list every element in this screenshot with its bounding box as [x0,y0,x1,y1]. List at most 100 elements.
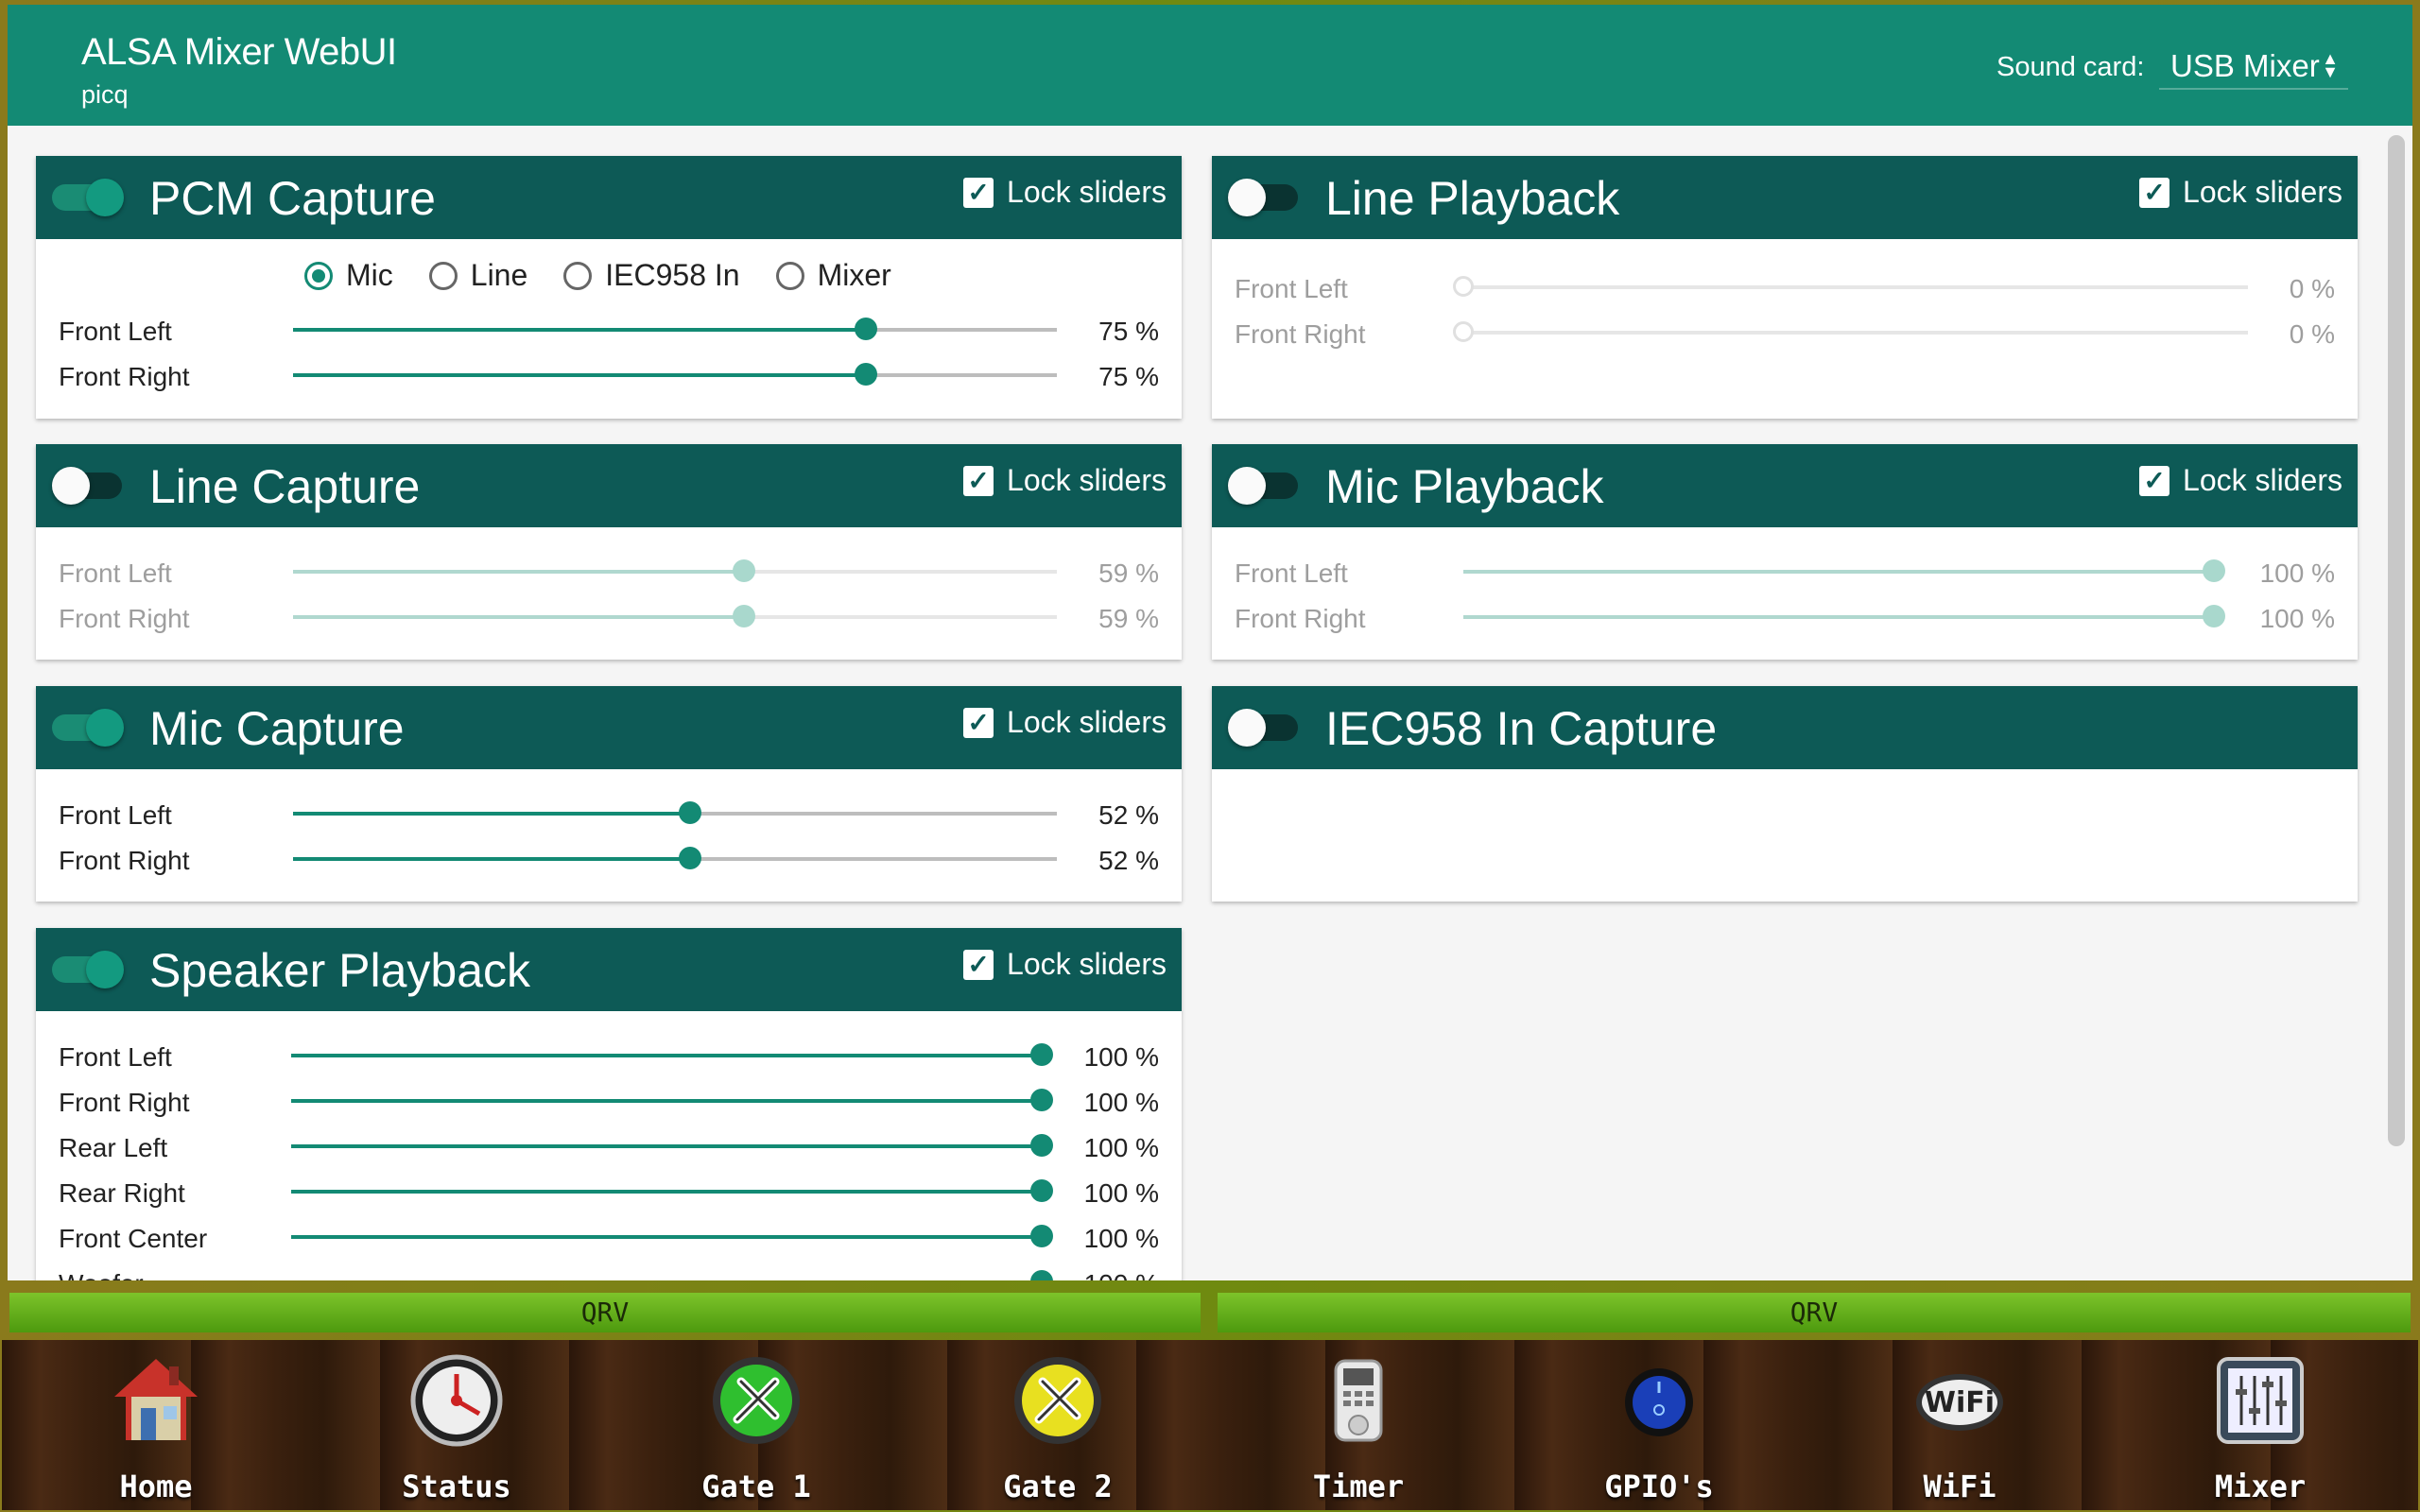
volume-slider[interactable] [1453,321,2248,342]
radio-empty-icon [775,261,804,290]
channel-value: 59 % [1098,558,1159,588]
volume-slider[interactable] [291,1089,1053,1111]
toggle-knob [1228,709,1266,747]
channel-label: Front Left [59,558,172,588]
radio-mixer[interactable]: Mixer [775,258,891,293]
channel-value: 75 % [1098,317,1159,346]
dock-mixer[interactable]: Mixer [2170,1340,2350,1510]
lock-sliders-label: Lock sliders [2183,175,2342,209]
slider-thumb[interactable] [679,847,702,869]
checkmark-icon: ✓ [2139,177,2170,208]
webview: ALSA Mixer WebUI picq Sound card: USB Mi… [8,5,2412,1280]
enable-toggle[interactable] [1228,467,1298,505]
volume-slider[interactable] [291,1134,1053,1157]
slider-thumb[interactable] [679,801,702,824]
lock-sliders-label: Lock sliders [1007,463,1167,497]
channel-row: Woofer 100 % [36,1260,1182,1280]
channel-label: Rear Right [59,1178,185,1208]
channel-label: Front Right [59,1088,190,1117]
slider-fill [1463,570,2214,574]
channel-row: Rear Left 100 % [36,1124,1182,1169]
volume-slider[interactable] [1463,605,2225,627]
radio-iec958-in[interactable]: IEC958 In [563,258,740,293]
radio-line[interactable]: Line [428,258,527,293]
slider-thumb[interactable] [1030,1134,1053,1157]
channel-value: 52 % [1098,800,1159,830]
volume-slider[interactable] [291,1179,1053,1202]
slider-thumb[interactable] [1030,1270,1053,1280]
enable-toggle[interactable] [52,179,124,216]
slider-fill [1463,615,2214,619]
lock-sliders-checkbox[interactable]: ✓ Lock sliders [963,705,1167,740]
slider-thumb[interactable] [1030,1179,1053,1202]
card-speaker-playback: Speaker Playback ✓ Lock sliders Front Le… [36,928,1182,1280]
volume-slider[interactable] [293,847,1057,869]
dock-wifi[interactable]: WiFi WiFi [1870,1340,2049,1510]
scrollbar[interactable] [2388,135,2405,1146]
dock-gpios[interactable]: GPIO's [1569,1340,1749,1510]
slider-thumb[interactable] [1453,321,1474,342]
card-title: Line Playback [1325,172,1620,225]
slider-thumb[interactable] [732,559,755,582]
slider-thumb[interactable] [1453,276,1474,297]
slider-thumb[interactable] [2203,605,2225,627]
channel-value: 0 % [2289,319,2335,349]
dock-label: Status [402,1469,511,1504]
sound-card-select[interactable]: USB Mixer ▲ ▼ [2159,41,2348,90]
card-title: Mic Playback [1325,460,1604,513]
lock-sliders-checkbox[interactable]: ✓ Lock sliders [2139,175,2342,210]
slider-thumb[interactable] [855,363,877,386]
enable-toggle[interactable] [52,709,124,747]
slider-thumb[interactable] [1030,1089,1053,1111]
radio-selected-icon [304,261,333,290]
channel-label: Rear Left [59,1133,168,1162]
volume-slider[interactable] [293,801,1057,824]
lock-sliders-checkbox[interactable]: ✓ Lock sliders [963,175,1167,210]
dock-status[interactable]: Status [367,1340,546,1510]
volume-slider[interactable] [1463,559,2225,582]
card-iec958-in-capture: IEC958 In Capture [1212,686,2358,902]
slider-fill [291,1235,1042,1239]
enable-toggle[interactable] [1228,709,1298,747]
slider-thumb[interactable] [1030,1225,1053,1247]
dock-gate-1[interactable]: Gate 1 [666,1340,846,1510]
lock-sliders-checkbox[interactable]: ✓ Lock sliders [963,463,1167,498]
slider-fill [291,1190,1042,1194]
slider-thumb[interactable] [1030,1043,1053,1066]
volume-slider[interactable] [293,559,1057,582]
slider-thumb[interactable] [855,318,877,340]
slider-thumb[interactable] [732,605,755,627]
channel-value: 100 % [2259,604,2335,633]
app-bar: ALSA Mixer WebUI picq Sound card: USB Mi… [8,5,2412,126]
lock-sliders-checkbox[interactable]: ✓ Lock sliders [2139,463,2342,498]
volume-slider[interactable] [1453,276,2248,297]
radio-mic[interactable]: Mic [304,258,393,293]
qrv-status-left: QRV [9,1293,1201,1332]
channel-value: 100 % [1083,1133,1159,1162]
channel-value: 75 % [1098,362,1159,391]
volume-slider[interactable] [293,605,1057,627]
card-header: Mic Capture ✓ Lock sliders [36,686,1182,769]
enable-toggle[interactable] [1228,179,1298,216]
volume-slider[interactable] [293,363,1057,386]
dock-home[interactable]: Home [66,1340,246,1510]
checkmark-icon: ✓ [963,949,994,980]
enable-toggle[interactable] [52,951,124,988]
checkmark-icon: ✓ [2139,465,2170,496]
slider-thumb[interactable] [2203,559,2225,582]
dock-label: Gate 2 [1003,1469,1113,1504]
checkmark-icon: ✓ [963,465,994,496]
toggle-knob [86,951,124,988]
dock-timer[interactable]: Timer [1269,1340,1448,1510]
volume-slider[interactable] [293,318,1057,340]
dock-label: Home [119,1469,193,1504]
volume-slider[interactable] [291,1043,1053,1066]
gauge-icon [410,1354,503,1447]
enable-toggle[interactable] [52,467,122,505]
volume-slider[interactable] [291,1225,1053,1247]
radio-label: IEC958 In [605,258,740,292]
slider-fill [293,812,691,816]
checkmark-icon: ✓ [963,707,994,738]
lock-sliders-checkbox[interactable]: ✓ Lock sliders [963,947,1167,982]
dock-gate-2[interactable]: Gate 2 [968,1340,1148,1510]
